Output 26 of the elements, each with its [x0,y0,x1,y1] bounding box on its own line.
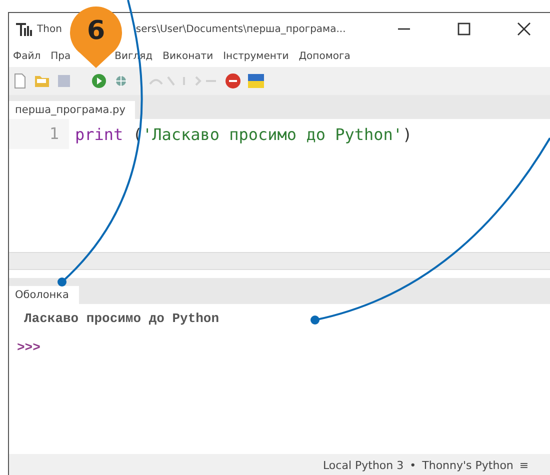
menu-icon[interactable]: ≡ [519,458,529,472]
menu-item[interactable]: Виконати [162,50,214,62]
menu-item[interactable]: Пра [50,50,71,62]
shell-output: Ласкаво просимо до Python [24,311,220,326]
folder-icon[interactable] [34,74,50,88]
separator-dot: • [410,458,416,472]
line-number: 1 [9,119,69,149]
shell-prompt: >>> [17,340,42,355]
menu-item[interactable]: Допомога [298,50,350,62]
window-title: Thon [37,24,62,34]
maximize-icon[interactable] [456,22,471,36]
ukraine-flag-icon[interactable] [248,74,264,88]
horizontal-scrollbar[interactable] [9,252,550,269]
menu-item[interactable]: Інструменти [223,50,289,62]
shell-tab[interactable]: Оболонка [9,286,79,304]
stop-icon[interactable] [225,73,241,89]
new-file-icon[interactable] [13,73,27,89]
app-logo-icon [15,21,33,37]
window-title: sers\User\Documents\перша_програма... [136,24,346,34]
callout-number: 6 [87,16,106,46]
menu-item[interactable]: Файл [13,50,41,62]
run-icon[interactable] [91,73,107,89]
close-icon[interactable] [516,22,531,36]
python-label[interactable]: Thonny's Python [422,458,514,472]
interpreter-label[interactable]: Local Python 3 [323,458,404,472]
editor-tab[interactable]: перша_програма.py [9,101,136,119]
